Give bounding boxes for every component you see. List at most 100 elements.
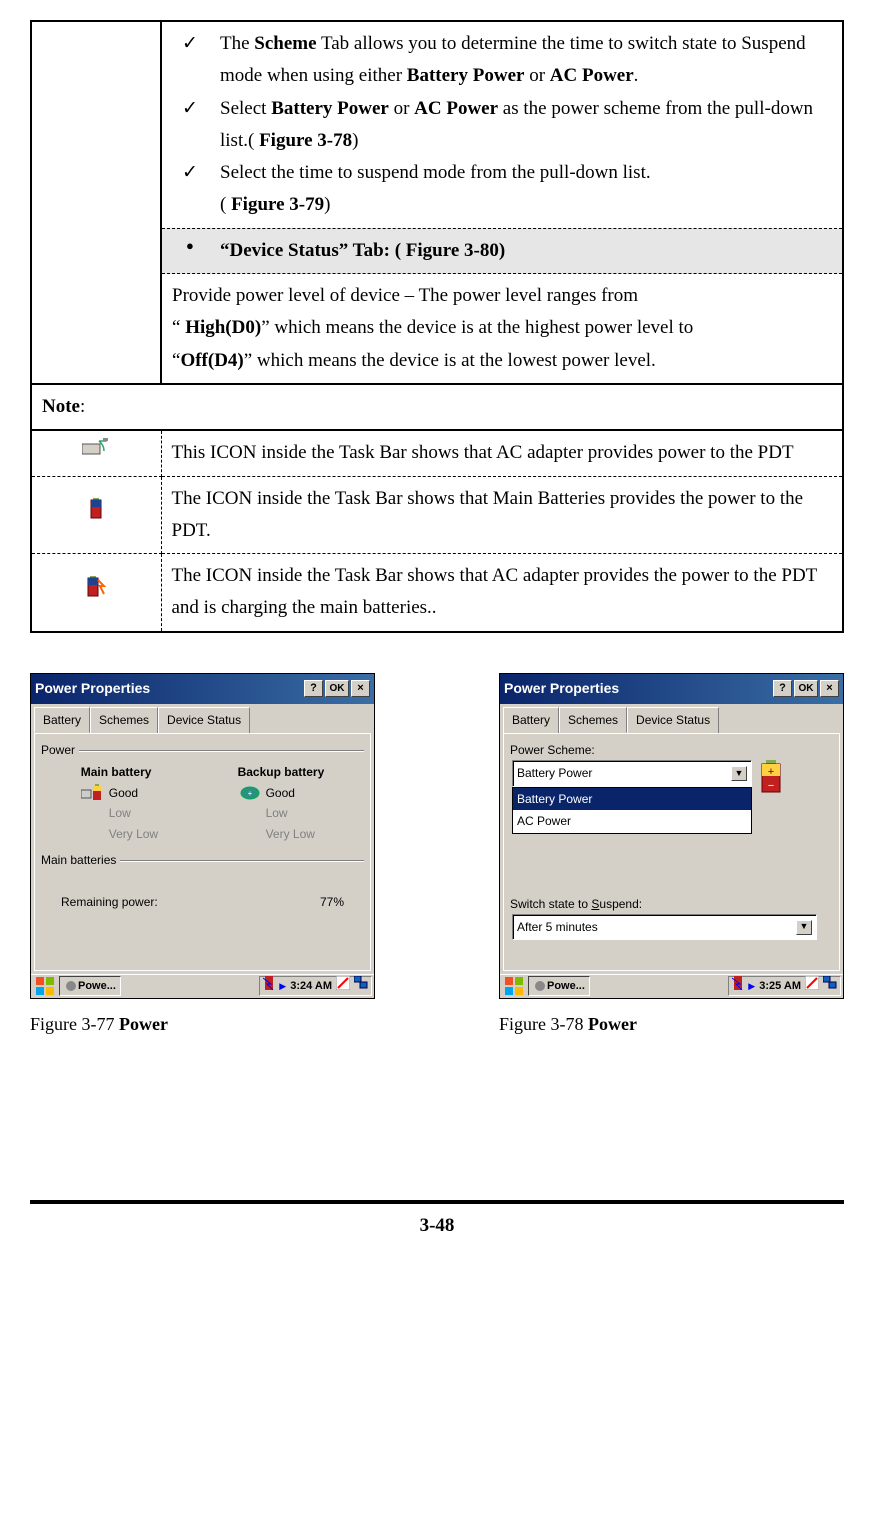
- ok-button[interactable]: OK: [325, 680, 349, 697]
- ok-button[interactable]: OK: [794, 680, 818, 697]
- body-text: Provide power level of device – The powe…: [172, 285, 638, 306]
- system-tray: ▶ 3:24 AM: [259, 976, 372, 996]
- battery-icon-cell: [31, 476, 161, 554]
- gear-icon: [64, 979, 78, 993]
- ac-plug-icon: [82, 437, 110, 469]
- checklist-item: Select Battery Power or AC Power as the …: [220, 93, 832, 158]
- help-button[interactable]: ?: [304, 680, 323, 697]
- tab-battery[interactable]: Battery: [503, 707, 559, 733]
- svg-text:−: −: [768, 780, 774, 792]
- close-button[interactable]: ×: [820, 680, 839, 697]
- level-verylow: Very Low: [109, 824, 158, 844]
- content-table: ✓ The Scheme Tab allows you to determine…: [30, 20, 844, 633]
- icon-desc-cell: The ICON inside the Task Bar shows that …: [161, 476, 843, 554]
- battery-panel: Power Main battery Good: [34, 733, 371, 971]
- note-row: Note:: [31, 384, 843, 430]
- power-properties-window: Power Properties ? OK × Battery Schemes …: [499, 673, 844, 999]
- check-icon: ✓: [172, 93, 220, 158]
- plug-battery-icon: [81, 784, 105, 802]
- taskbar-task[interactable]: Powe...: [528, 976, 590, 996]
- window-title: Power Properties: [504, 677, 619, 701]
- tab-schemes[interactable]: Schemes: [559, 707, 627, 733]
- start-button[interactable]: [502, 976, 526, 996]
- chevron-down-icon: ▼: [731, 766, 747, 781]
- icon-desc-cell: This ICON inside the Task Bar shows that…: [161, 430, 843, 476]
- level-good: Good: [109, 783, 138, 803]
- power-group-label: Power: [41, 740, 364, 760]
- task-label: Powe...: [547, 977, 585, 996]
- empty-left-cell: [31, 21, 161, 228]
- bullet-icon: ●: [172, 235, 220, 267]
- body-text: “Off(D4)” which means the device is at t…: [172, 350, 656, 371]
- figure-caption: Figure 3-77 Power: [30, 1009, 375, 1040]
- gear-icon: [533, 979, 547, 993]
- figure-caption: Figure 3-78 Power: [499, 1009, 844, 1040]
- dropdown-value: Battery Power: [517, 763, 592, 783]
- check-icon: ✓: [172, 28, 220, 93]
- battery-charging-icon: [86, 576, 106, 609]
- dropdown-option[interactable]: AC Power: [513, 810, 751, 832]
- tabs: Battery Schemes Device Status: [31, 704, 374, 733]
- icon-description: The ICON inside the Task Bar shows that …: [172, 488, 804, 541]
- svg-text:+: +: [768, 766, 774, 778]
- tray-arrow-icon[interactable]: ▶: [279, 979, 286, 994]
- icon-description: This ICON inside the Task Bar shows that…: [172, 442, 794, 463]
- remaining-power-label: Remaining power:: [61, 892, 158, 912]
- check-icon: ✓: [172, 157, 220, 222]
- tray-icon[interactable]: [263, 976, 275, 997]
- tab-battery[interactable]: Battery: [34, 707, 90, 733]
- tray-arrow-icon[interactable]: ▶: [748, 979, 755, 994]
- suspend-dropdown[interactable]: After 5 minutes ▼: [512, 914, 817, 940]
- close-button[interactable]: ×: [351, 680, 370, 697]
- desktop-icon[interactable]: [354, 976, 368, 997]
- help-button[interactable]: ?: [773, 680, 792, 697]
- icon-description: The ICON inside the Task Bar shows that …: [172, 565, 817, 618]
- figure-3-78: Power Properties ? OK × Battery Schemes …: [499, 673, 844, 1040]
- clock: 3:25 AM: [759, 977, 801, 996]
- dropdown-list: Battery Power AC Power: [512, 787, 752, 834]
- battery-status-icon: + −: [758, 760, 784, 794]
- remaining-power-value: 77%: [320, 892, 344, 912]
- tray-icon[interactable]: [336, 976, 350, 997]
- power-properties-window: Power Properties ? OK × Battery Schemes …: [30, 673, 375, 999]
- body-text: “ High(D0)” which means the device is at…: [172, 317, 693, 338]
- level-verylow: Very Low: [266, 824, 315, 844]
- start-button[interactable]: [33, 976, 57, 996]
- level-good: Good: [266, 783, 295, 803]
- device-status-header: “Device Status” Tab: ( Figure 3-80): [220, 235, 832, 267]
- page-number: 3-48: [420, 1215, 455, 1236]
- ac-power-icon-cell: [31, 430, 161, 476]
- task-label: Powe...: [78, 977, 116, 996]
- empty-left-cell: [31, 228, 161, 273]
- tab-device-status[interactable]: Device Status: [627, 707, 719, 733]
- power-scheme-label: Power Scheme:: [510, 740, 833, 760]
- tab-device-status[interactable]: Device Status: [158, 707, 250, 733]
- device-status-header-cell: ● “Device Status” Tab: ( Figure 3-80): [161, 228, 843, 273]
- window-title: Power Properties: [35, 677, 150, 701]
- empty-left-cell: [31, 274, 161, 384]
- schemes-panel: Power Scheme: Battery Power ▼ Battery Po…: [503, 733, 840, 971]
- titlebar: Power Properties ? OK ×: [31, 674, 374, 704]
- tray-icon[interactable]: [805, 976, 819, 997]
- icon-desc-cell: The ICON inside the Task Bar shows that …: [161, 554, 843, 632]
- taskbar: Powe... ▶ 3:25 AM: [500, 974, 843, 998]
- main-batteries-label: Main batteries: [41, 850, 364, 870]
- level-low: Low: [266, 803, 288, 823]
- figures-row: Power Properties ? OK × Battery Schemes …: [30, 673, 844, 1040]
- power-scheme-dropdown[interactable]: Battery Power ▼: [512, 760, 752, 786]
- tray-icon[interactable]: [732, 976, 744, 997]
- figure-3-77: Power Properties ? OK × Battery Schemes …: [30, 673, 375, 1040]
- chevron-down-icon: ▼: [796, 920, 812, 935]
- dropdown-value: After 5 minutes: [517, 917, 598, 937]
- titlebar: Power Properties ? OK ×: [500, 674, 843, 704]
- desktop-icon[interactable]: [823, 976, 837, 997]
- taskbar-task[interactable]: Powe...: [59, 976, 121, 996]
- backup-battery-heading: Backup battery: [238, 762, 325, 782]
- checklist: ✓ The Scheme Tab allows you to determine…: [172, 28, 832, 222]
- dropdown-option[interactable]: Battery Power: [513, 788, 751, 810]
- page-footer: 3-48: [30, 1200, 844, 1242]
- battery-icon: [89, 498, 103, 531]
- checklist-item: The Scheme Tab allows you to determine t…: [220, 28, 832, 93]
- main-battery-heading: Main battery: [81, 762, 158, 782]
- tab-schemes[interactable]: Schemes: [90, 707, 158, 733]
